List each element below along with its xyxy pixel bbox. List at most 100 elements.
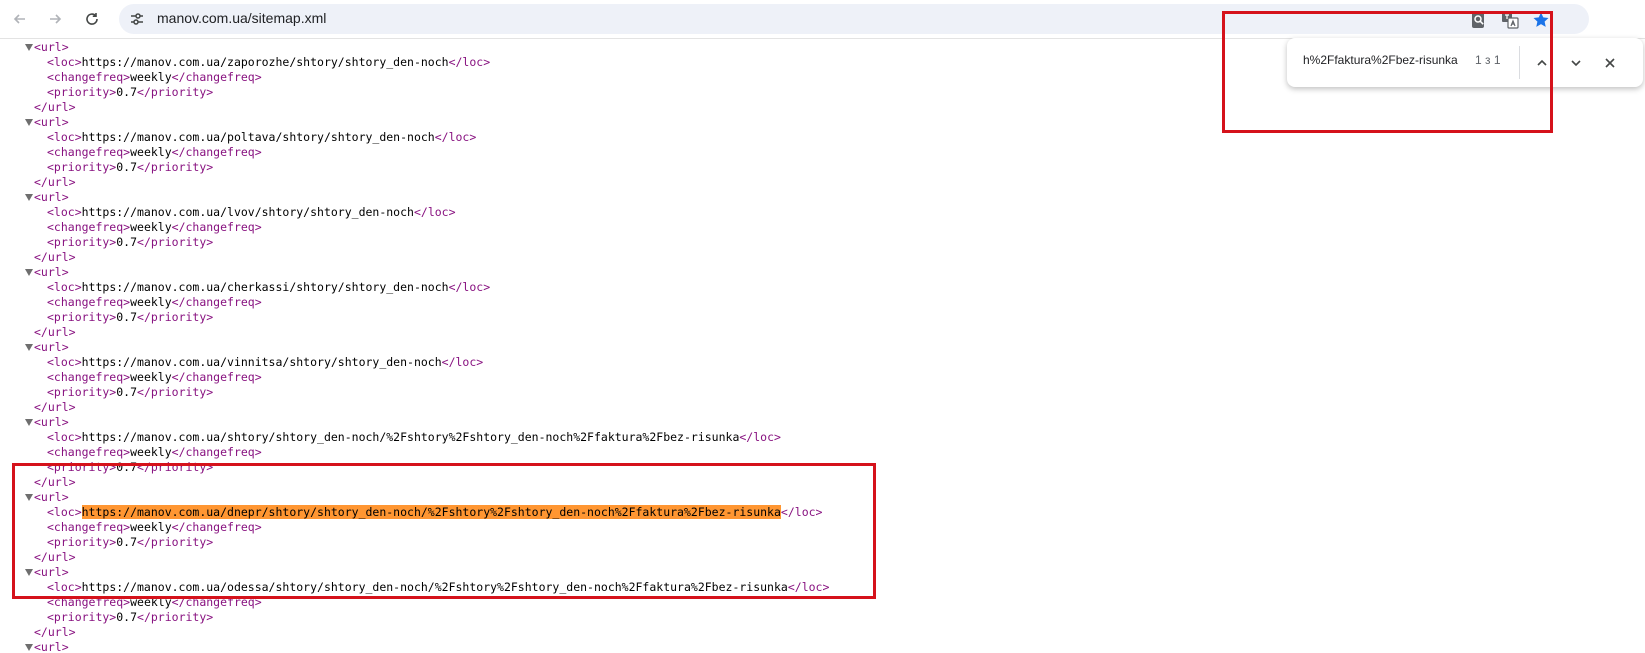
priority-close-tag: </priority> [137,235,214,249]
translate-button[interactable] [1500,10,1520,30]
loc-value: https://manov.com.ua/cherkassi/shtory/sh… [81,280,449,294]
collapse-triangle-icon[interactable] [23,415,34,430]
priority-close-tag: </priority> [137,85,214,99]
loc-open-tag: <loc> [47,55,82,69]
forward-arrow-icon [50,14,62,24]
url-close-line: </url> [0,475,1645,490]
priority-close-tag: </priority> [137,460,214,474]
url-element: <url> [0,340,1645,355]
url-element: <url> [0,640,1645,653]
url-open-tag: <url> [34,490,69,504]
collapse-triangle-icon[interactable] [23,190,34,205]
collapse-triangle-icon[interactable] [23,40,34,55]
url-close-tag: </url> [34,400,76,414]
collapse-triangle-icon[interactable] [23,265,34,280]
changefreq-value: weekly [130,70,172,84]
loc-close-tag: </loc> [448,280,491,294]
priority-value: 0.7 [116,385,138,399]
priority-line: <priority>0.7</priority> [0,235,1645,250]
forward-button[interactable] [43,7,67,31]
priority-open-tag: <priority> [47,85,117,99]
url-open-tag: <url> [34,265,69,279]
collapse-triangle-icon[interactable] [23,340,34,355]
changefreq-close-tag: </changefreq> [171,445,262,459]
reload-button[interactable] [80,7,104,31]
url-element: <url> [0,565,1645,580]
loc-close-tag: </loc> [441,355,484,369]
find-input[interactable]: h%2Ffaktura%2Fbez-risunka [1303,53,1458,67]
priority-line: <priority>0.7</priority> [0,160,1645,175]
changefreq-close-tag: </changefreq> [171,370,262,384]
priority-value: 0.7 [116,160,138,174]
url-element: <url> [0,265,1645,280]
changefreq-line: <changefreq>weekly</changefreq> [0,295,1645,310]
star-icon [1533,12,1549,27]
priority-open-tag: <priority> [47,610,117,624]
url-open-tag: <url> [34,115,69,129]
loc-line: <loc>https://manov.com.ua/vinnitsa/shtor… [0,355,1645,370]
loc-close-tag: </loc> [434,130,477,144]
priority-value: 0.7 [116,310,138,324]
priority-close-tag: </priority> [137,610,214,624]
changefreq-open-tag: <changefreq> [47,70,131,84]
url-close-line: </url> [0,550,1645,565]
address-bar[interactable]: manov.com.ua/sitemap.xml [119,4,1589,34]
bookmark-button[interactable] [1531,10,1551,30]
page-search-button[interactable] [1469,10,1489,30]
priority-close-tag: </priority> [137,160,214,174]
url-close-tag: </url> [34,250,76,264]
priority-open-tag: <priority> [47,160,117,174]
priority-line: <priority>0.7</priority> [0,610,1645,625]
priority-line: <priority>0.7</priority> [0,460,1645,475]
loc-close-tag: </loc> [739,430,781,444]
collapse-triangle-icon[interactable] [23,115,34,130]
priority-line: <priority>0.7</priority> [0,535,1645,550]
loc-value: https://manov.com.ua/lvov/shtory/shtory_… [81,205,414,219]
loc-line: <loc>https://manov.com.ua/cherkassi/shto… [0,280,1645,295]
url-close-line: </url> [0,250,1645,265]
url-open-tag: <url> [34,340,69,354]
changefreq-line: <changefreq>weekly</changefreq> [0,520,1645,535]
changefreq-open-tag: <changefreq> [47,370,131,384]
collapse-triangle-icon[interactable] [23,565,34,580]
loc-open-tag: <loc> [47,580,82,594]
loc-close-tag: </loc> [780,505,823,519]
close-icon [1605,58,1615,68]
url-text[interactable]: manov.com.ua/sitemap.xml [157,10,326,26]
changefreq-value: weekly [130,595,172,609]
find-bar: h%2Ffaktura%2Fbez-risunka 1 з 1 [1287,38,1643,87]
changefreq-value: weekly [130,370,172,384]
url-close-tag: </url> [34,175,76,189]
chevron-up-icon [1537,59,1547,66]
changefreq-open-tag: <changefreq> [47,295,131,309]
find-previous-button[interactable] [1530,51,1554,75]
loc-line: <loc>https://manov.com.ua/dnepr/shtory/s… [0,505,1645,520]
collapse-triangle-icon[interactable] [23,490,34,505]
changefreq-line: <changefreq>weekly</changefreq> [0,445,1645,460]
changefreq-close-tag: </changefreq> [171,595,262,609]
url-element: <url> [0,415,1645,430]
url-open-tag: <url> [34,415,69,429]
find-match-count: 1 з 1 [1475,53,1501,67]
changefreq-open-tag: <changefreq> [47,445,131,459]
translate-icon [1502,12,1519,29]
tune-icon[interactable] [129,11,145,27]
url-close-tag: </url> [34,100,76,114]
loc-open-tag: <loc> [47,355,82,369]
loc-close-tag: </loc> [448,55,491,69]
loc-close-tag: </loc> [787,580,830,594]
collapse-triangle-icon[interactable] [23,640,34,653]
priority-value: 0.7 [116,610,138,624]
loc-open-tag: <loc> [47,280,82,294]
find-close-button[interactable] [1598,51,1622,75]
back-button[interactable] [8,7,32,31]
xml-tree: <url> <loc>https://manov.com.ua/zaporozhe… [0,40,1645,653]
loc-close-tag: </loc> [413,205,456,219]
page-search-icon [1472,12,1484,28]
priority-open-tag: <priority> [47,460,117,474]
changefreq-line: <changefreq>weekly</changefreq> [0,595,1645,610]
url-element: <url> [0,490,1645,505]
changefreq-line: <changefreq>weekly</changefreq> [0,370,1645,385]
find-next-button[interactable] [1564,51,1588,75]
loc-value: https://manov.com.ua/odessa/shtory/shtor… [81,580,788,594]
